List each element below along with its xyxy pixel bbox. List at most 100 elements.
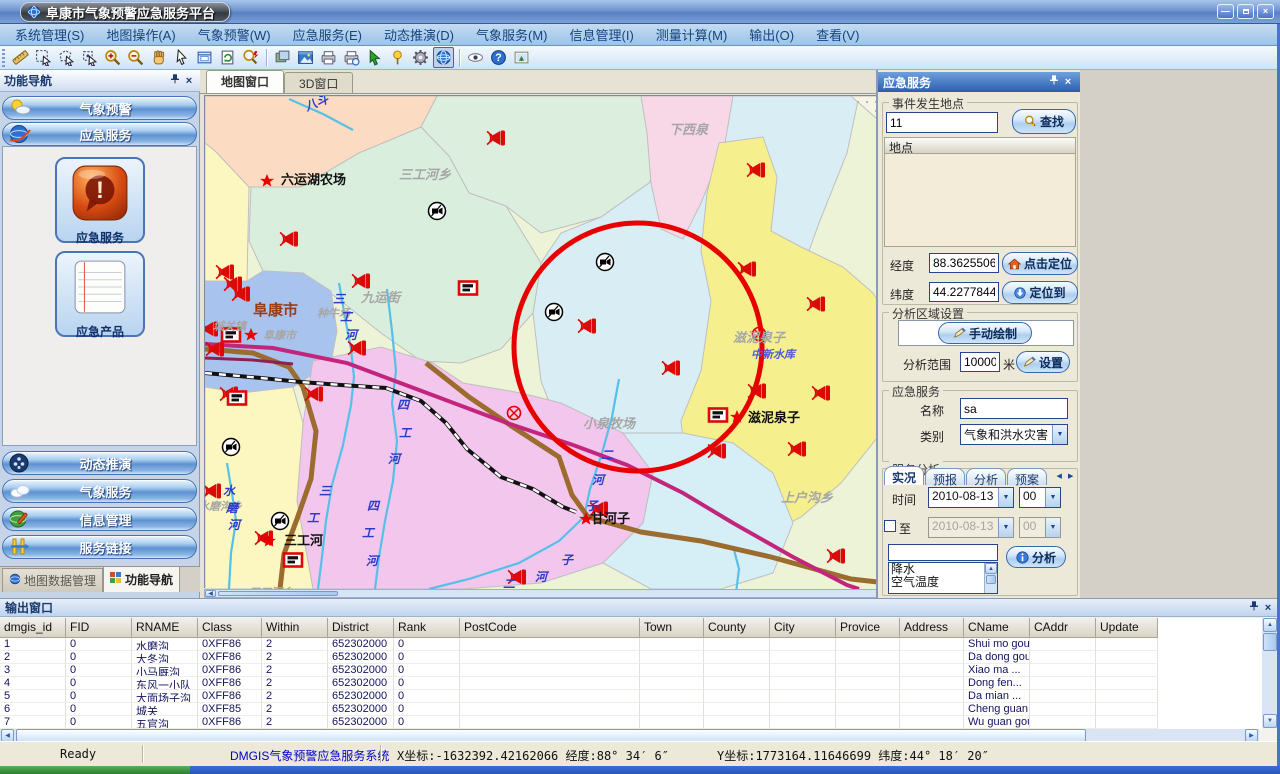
- pushpin-button[interactable]: [387, 47, 408, 68]
- tab-scroll-buttons[interactable]: ◀▶: [1054, 470, 1076, 483]
- sidebar-section-cloud[interactable]: 气象服务: [2, 479, 197, 503]
- longitude-input[interactable]: [929, 253, 999, 273]
- close-button[interactable]: ×: [1257, 4, 1274, 19]
- set-range-button[interactable]: 设置: [1016, 351, 1070, 373]
- column-header-RNAME[interactable]: RNAME: [132, 618, 198, 638]
- analysis-tab-2[interactable]: 分析: [966, 468, 1006, 485]
- zoom-in-tool-button[interactable]: [102, 47, 123, 68]
- menu-item-4[interactable]: 动态推演(D): [373, 23, 465, 46]
- service-type-select[interactable]: 气象和洪水灾害▼: [960, 424, 1068, 445]
- emergency-product-button[interactable]: 应急产品: [55, 251, 145, 337]
- layers-button[interactable]: [272, 47, 293, 68]
- map-tab-1[interactable]: 3D窗口: [284, 72, 353, 93]
- location-list[interactable]: [884, 154, 1076, 247]
- element-list[interactable]: 降水空气温度 ▲: [888, 562, 998, 594]
- globe-tool-button[interactable]: [433, 47, 454, 68]
- menu-item-0[interactable]: 系统管理(S): [4, 23, 95, 46]
- column-header-dmgis_id[interactable]: dmgis_id: [0, 618, 66, 638]
- close-icon[interactable]: ×: [182, 74, 196, 88]
- zoom-out-tool-button[interactable]: [125, 47, 146, 68]
- table-row[interactable]: 70五官沟0XFF8626523020000Wu guan gou: [0, 716, 1262, 729]
- column-header-Provice[interactable]: Provice: [836, 618, 900, 638]
- zoom-query-button[interactable]: [240, 47, 261, 68]
- table-row[interactable]: 50大面场子沟0XFF8626523020000Da mian ...: [0, 690, 1262, 703]
- print-preview-button[interactable]: [341, 47, 362, 68]
- os-taskbar[interactable]: [0, 766, 1280, 774]
- pin-icon[interactable]: [168, 74, 182, 88]
- sidebar-section-link[interactable]: 服务链接: [2, 535, 197, 559]
- column-header-Rank[interactable]: Rank: [394, 618, 460, 638]
- analysis-tab-3[interactable]: 预案: [1007, 468, 1047, 485]
- eye-visibility-button[interactable]: [465, 47, 486, 68]
- search-button[interactable]: 查找: [1012, 109, 1076, 134]
- left-panel-tab-1[interactable]: 功能导航: [103, 566, 180, 592]
- column-header-Address[interactable]: Address: [900, 618, 964, 638]
- left-panel-tab-0[interactable]: 地图数据管理: [2, 568, 103, 592]
- column-header-City[interactable]: City: [770, 618, 836, 638]
- column-header-Within[interactable]: Within: [262, 618, 328, 638]
- analysis-tab-1[interactable]: 预报: [925, 468, 965, 485]
- sidebar-section-film[interactable]: 动态推演: [2, 451, 197, 475]
- event-location-input[interactable]: [886, 112, 998, 133]
- close-icon[interactable]: ×: [1261, 601, 1275, 615]
- column-header-County[interactable]: County: [704, 618, 770, 638]
- column-header-District[interactable]: District: [328, 618, 394, 638]
- column-header-FID[interactable]: FID: [66, 618, 132, 638]
- table-row[interactable]: 10水磨沟0XFF8626523020000Shui mo gou: [0, 638, 1262, 651]
- column-header-Class[interactable]: Class: [198, 618, 262, 638]
- analysis-tab-0[interactable]: 实况: [884, 466, 924, 485]
- range-input[interactable]: [960, 352, 1000, 372]
- output-table[interactable]: dmgis_idFIDRNAMEClassWithinDistrictRankP…: [0, 618, 1262, 729]
- column-header-Update[interactable]: Update: [1096, 618, 1158, 638]
- measure-ruler-button[interactable]: [10, 47, 31, 68]
- element-list-item-1[interactable]: 空气温度: [889, 576, 984, 589]
- column-header-Town[interactable]: Town: [640, 618, 704, 638]
- locate-click-button[interactable]: 点击定位: [1002, 252, 1078, 275]
- restore-button[interactable]: [1237, 4, 1254, 19]
- sidebar-section-1[interactable]: 应急服务: [2, 122, 197, 146]
- column-header-CName[interactable]: CName: [964, 618, 1030, 638]
- pin-icon[interactable]: [1047, 75, 1061, 89]
- start-button-edge[interactable]: [0, 766, 190, 774]
- latitude-input[interactable]: [929, 282, 999, 302]
- menu-item-5[interactable]: 气象服务(M): [465, 23, 559, 46]
- map-tab-0[interactable]: 地图窗口: [206, 70, 284, 93]
- column-header-PostCode[interactable]: PostCode: [460, 618, 640, 638]
- select-point-button[interactable]: [79, 47, 100, 68]
- output-vertical-scrollbar[interactable]: ▲ ▼: [1262, 618, 1278, 728]
- hour-select[interactable]: 00▼: [1019, 487, 1061, 508]
- menu-item-9[interactable]: 查看(V): [805, 23, 870, 46]
- menu-item-3[interactable]: 应急服务(E): [282, 23, 373, 46]
- help-button[interactable]: ?: [488, 47, 509, 68]
- table-row[interactable]: 30小马厩沟0XFF8626523020000Xiao ma ...: [0, 664, 1262, 677]
- service-name-input[interactable]: [960, 398, 1068, 419]
- manual-draw-button[interactable]: 手动绘制: [938, 322, 1032, 344]
- print-button[interactable]: [318, 47, 339, 68]
- menu-item-2[interactable]: 气象预警(W): [187, 23, 282, 46]
- table-row[interactable]: 20大冬沟0XFF8626523020000Da dong gou: [0, 651, 1262, 664]
- date-select[interactable]: 2010-08-13▼: [928, 487, 1014, 508]
- sidebar-section-infoglobe[interactable]: 信息管理: [2, 507, 197, 531]
- menu-item-6[interactable]: 信息管理(I): [559, 23, 645, 46]
- full-extent-button[interactable]: [194, 47, 215, 68]
- menu-item-8[interactable]: 输出(O): [738, 23, 805, 46]
- close-icon[interactable]: ×: [1061, 75, 1075, 89]
- pointer-button[interactable]: [171, 47, 192, 68]
- map-image-button[interactable]: [295, 47, 316, 68]
- select-polygon-button[interactable]: [56, 47, 77, 68]
- menu-item-1[interactable]: 地图操作(A): [95, 23, 186, 46]
- refresh-view-button[interactable]: [217, 47, 238, 68]
- pan-hand-button[interactable]: [148, 47, 169, 68]
- table-row[interactable]: 40东风一小队0XFF8626523020000Dong fen...: [0, 677, 1262, 690]
- green-pointer-button[interactable]: [364, 47, 385, 68]
- pin-icon[interactable]: [1247, 601, 1261, 615]
- menu-item-7[interactable]: 测量计算(M): [645, 23, 739, 46]
- chevron-down-icon[interactable]: ▼: [1052, 425, 1067, 444]
- to-checkbox[interactable]: [884, 520, 896, 532]
- hour2-select[interactable]: 00▼: [1019, 517, 1061, 538]
- minimize-button[interactable]: —: [1217, 4, 1234, 19]
- emergency-service-button[interactable]: !应急服务: [55, 157, 145, 243]
- goto-location-button[interactable]: 定位到: [1002, 281, 1078, 304]
- analyze-button[interactable]: 分析: [1006, 546, 1066, 568]
- table-row[interactable]: 60城关0XFF8526523020000Cheng guan: [0, 703, 1262, 716]
